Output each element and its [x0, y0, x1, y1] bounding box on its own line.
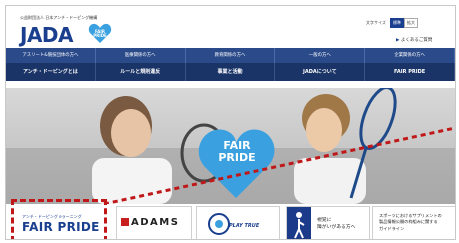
highlight-dashed-box — [11, 199, 107, 239]
audience-education-link[interactable]: 教育関係の方へ — [186, 48, 276, 63]
arrow-icon: ▶ — [396, 38, 400, 43]
hero-image[interactable]: FAIR PRIDE — [6, 88, 455, 204]
play-true-label: PLAY TRUE — [229, 223, 260, 229]
adams-logo-mark-icon — [121, 218, 129, 226]
jada-logo[interactable]: JADA — [20, 23, 74, 47]
audience-business-link[interactable]: 企業関係の方へ — [365, 48, 455, 63]
audience-general-link[interactable]: 一般の方へ — [275, 48, 366, 63]
hero-logo-line2: PRIDE — [218, 151, 256, 164]
font-size-standard-button[interactable]: 標準 — [390, 18, 404, 28]
visual-impaired-banner[interactable]: 視覚に 障がいがある方へ — [286, 206, 370, 239]
font-size-label: 文字サイズ — [366, 20, 386, 25]
faq-label: よくあるご質問 — [400, 38, 433, 43]
main-nav: アンチ・ドーピングとは ルールと規則違反 事業と活動 JADAについて FAIR… — [6, 63, 455, 81]
nav-item-fair-pride[interactable]: FAIR PRIDE — [365, 63, 455, 81]
fair-pride-heart-icon: FAIR PRIDE — [88, 23, 112, 43]
nav-item-about-jada[interactable]: JADAについて — [275, 63, 366, 81]
play-true-logo-icon — [208, 213, 230, 235]
supplement-guideline-label: スポーツにおけるサプリメントの 製品情報公開の枠組みに関する ガイドライン — [379, 213, 442, 231]
org-name: 公益財団法人 日本アンチ・ドーピング機構 — [20, 15, 98, 20]
font-size-large-button[interactable]: 拡大 — [404, 18, 418, 28]
page-frame: 公益財団法人 日本アンチ・ドーピング機構 JADA FAIR PRIDE 文字サ… — [5, 5, 456, 240]
supplement-guideline-banner[interactable]: スポーツにおけるサプリメントの 製品情報公開の枠組みに関する ガイドライン — [372, 206, 455, 239]
person-walking-icon — [287, 207, 311, 239]
nav-item-activities[interactable]: 事業と活動 — [186, 63, 276, 81]
svg-text:PRIDE: PRIDE — [93, 33, 107, 38]
adams-label: ADAMS — [131, 217, 180, 228]
audience-athletes-link[interactable]: アスリート&競技団体の方へ — [6, 48, 96, 63]
play-true-banner[interactable]: PLAY TRUE — [196, 206, 280, 239]
visual-impaired-label: 視覚に 障がいがある方へ — [317, 218, 356, 230]
adams-banner[interactable]: ADAMS — [116, 206, 192, 239]
faq-link[interactable]: ▶ よくあるご質問 — [396, 37, 432, 43]
audience-nav: アスリート&競技団体の方へ 医療関係の方へ 教育関係の方へ 一般の方へ 企業関係… — [6, 48, 455, 63]
nav-item-about-anti-doping[interactable]: アンチ・ドーピングとは — [6, 63, 96, 81]
audience-medical-link[interactable]: 医療関係の方へ — [96, 48, 186, 63]
hero-fair-pride-logo: FAIR PRIDE — [211, 140, 263, 164]
nav-item-rules[interactable]: ルールと規則違反 — [96, 63, 186, 81]
